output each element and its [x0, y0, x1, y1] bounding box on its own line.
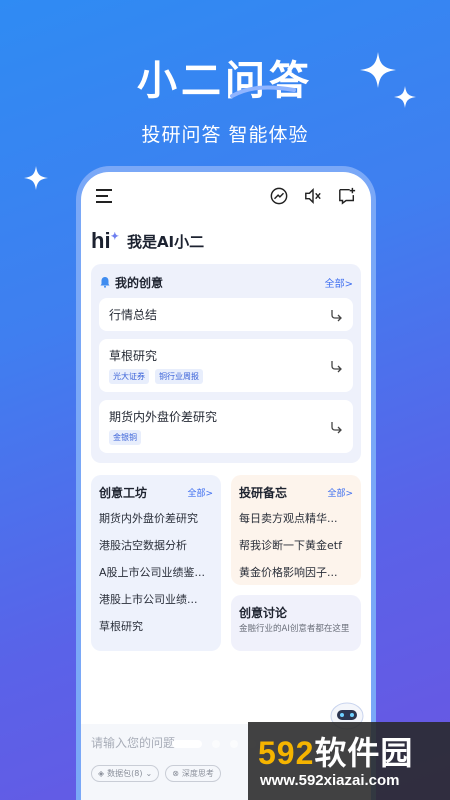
watermark-url: www.592xiazai.com	[260, 772, 400, 789]
hero-underline-decoration	[230, 85, 296, 98]
sparkle-icon	[24, 166, 48, 190]
think-icon: ⊗	[172, 769, 179, 778]
idea-tag: 铜行业周报	[155, 369, 203, 384]
my-ideas-card: 我的创意 全部> 行情总结 草根研究 光大证券 铜行业周报 期货内外盘价差研究 …	[91, 264, 361, 463]
workshop-item[interactable]: 港股上市公司业绩...	[99, 586, 213, 613]
idea-item[interactable]: 草根研究 光大证券 铜行业周报	[99, 339, 353, 392]
workshop-title: 创意工坊	[99, 485, 148, 500]
workshop-item[interactable]: 港股沽空数据分析	[99, 532, 213, 559]
discussion-panel[interactable]: 创意讨论 金融行业的AI创意者都在这里	[231, 595, 361, 651]
page-indicator	[172, 740, 256, 748]
sparkle-icon	[394, 86, 416, 108]
sparkle-icon	[360, 52, 396, 88]
watermark-brand: 592软件园	[258, 734, 414, 772]
idea-label: 行情总结	[109, 308, 158, 322]
idea-item[interactable]: 行情总结	[99, 298, 353, 331]
idea-tag: 光大证券	[109, 369, 149, 384]
my-ideas-more-link[interactable]: 全部>	[325, 275, 353, 290]
hi-logo: hi✦	[91, 228, 119, 253]
page-dot[interactable]	[230, 740, 238, 748]
memo-item[interactable]: 每日卖方观点精华...	[239, 505, 353, 532]
greeting-text: 我是AI小二	[126, 232, 205, 251]
new-chat-icon[interactable]	[335, 184, 359, 208]
greeting: hi✦ 我是AI小二	[81, 220, 371, 256]
workshop-item[interactable]: 草根研究	[99, 613, 213, 640]
return-arrow-icon	[331, 360, 342, 372]
menu-icon[interactable]	[93, 184, 117, 208]
data-package-chip[interactable]: ◈ 数据包(8) ⌄	[91, 765, 160, 782]
idea-tag: 金银铜	[109, 430, 141, 445]
feature-grid: 创意工坊 全部> 期货内外盘价差研究 港股沽空数据分析 A股上市公司业绩鉴...…	[91, 475, 361, 651]
app-screen: hi✦ 我是AI小二 我的创意 全部> 行情总结 草根研究 光大证券 铜行业周报…	[81, 172, 371, 800]
memo-title: 投研备忘	[239, 485, 288, 500]
my-ideas-title: 我的创意	[115, 275, 164, 290]
idea-item[interactable]: 期货内外盘价差研究 金银铜	[99, 400, 353, 453]
trend-icon[interactable]	[267, 184, 291, 208]
idea-label: 草根研究	[109, 349, 158, 363]
watermark: 592软件园 www.592xiazai.com	[248, 722, 450, 800]
memo-item[interactable]: 帮我诊断一下黄金etf	[239, 532, 353, 559]
package-icon: ◈	[98, 769, 105, 778]
mute-icon[interactable]	[301, 184, 325, 208]
workshop-more-link[interactable]: 全部>	[187, 486, 213, 499]
hero-subtitle: 投研问答 智能体验	[141, 124, 309, 146]
phone-frame: hi✦ 我是AI小二 我的创意 全部> 行情总结 草根研究 光大证券 铜行业周报…	[76, 166, 376, 800]
deep-think-chip[interactable]: ⊗ 深度思考	[165, 765, 221, 782]
discussion-desc: 金融行业的AI创意者都在这里	[239, 624, 350, 634]
bell-icon	[100, 277, 110, 288]
idea-label: 期货内外盘价差研究	[109, 410, 218, 424]
memo-more-link[interactable]: 全部>	[327, 486, 353, 499]
workshop-panel: 创意工坊 全部> 期货内外盘价差研究 港股沽空数据分析 A股上市公司业绩鉴...…	[91, 475, 221, 651]
workshop-item[interactable]: A股上市公司业绩鉴...	[99, 559, 213, 586]
page-dot-active[interactable]	[172, 740, 202, 748]
discussion-title: 创意讨论	[239, 605, 288, 620]
workshop-item[interactable]: 期货内外盘价差研究	[99, 505, 213, 532]
return-arrow-icon	[331, 421, 342, 433]
page-dot[interactable]	[212, 740, 220, 748]
memo-panel: 投研备忘 全部> 每日卖方观点精华... 帮我诊断一下黄金etf 黄金价格影响因…	[231, 475, 361, 585]
return-arrow-icon	[331, 309, 342, 321]
memo-item[interactable]: 黄金价格影响因子...	[239, 559, 353, 586]
top-bar	[81, 172, 371, 220]
